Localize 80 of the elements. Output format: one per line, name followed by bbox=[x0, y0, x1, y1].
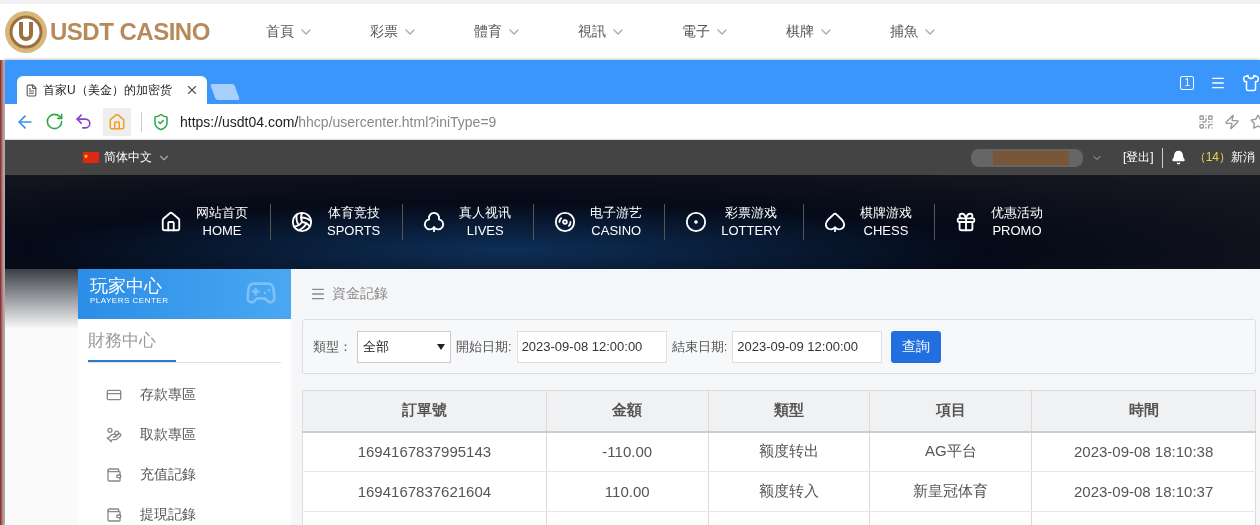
language-selector[interactable]: 简体中文 bbox=[83, 149, 171, 166]
new-tab-button[interactable] bbox=[210, 84, 240, 100]
query-button[interactable]: 查詢 bbox=[891, 330, 942, 363]
sidebar-item[interactable]: 充值記錄 bbox=[78, 455, 291, 495]
page-icon bbox=[25, 83, 38, 97]
logout-link[interactable]: [登出] bbox=[1123, 149, 1154, 166]
reload-icon[interactable] bbox=[45, 112, 64, 131]
message-count: （14） bbox=[1193, 150, 1232, 164]
type-label: 類型： bbox=[313, 337, 352, 356]
breadcrumb: 資金記錄 bbox=[332, 285, 388, 303]
flag-icon bbox=[83, 152, 99, 163]
site-menu-item[interactable]: 電子 bbox=[682, 23, 786, 41]
home-button[interactable] bbox=[103, 107, 131, 136]
column-header: 訂單號 bbox=[302, 390, 547, 432]
nav-icon bbox=[554, 211, 577, 233]
sidebar-item[interactable]: 存款專區 bbox=[78, 375, 291, 415]
nav-icon bbox=[954, 211, 977, 233]
column-header: 時間 bbox=[1031, 390, 1256, 432]
undo-icon[interactable] bbox=[74, 112, 93, 131]
browser-tab[interactable]: 首家U（美金）的加密货 bbox=[17, 76, 207, 104]
sidebar-icon bbox=[106, 507, 122, 523]
site-menu-item[interactable]: 首頁 bbox=[266, 23, 370, 41]
sidebar-icon bbox=[106, 467, 122, 483]
lightning-icon[interactable] bbox=[1224, 113, 1240, 130]
end-date-label: 結束日期: bbox=[671, 337, 728, 356]
nav-item[interactable]: 棋牌游戏 CHESS bbox=[802, 204, 934, 240]
shield-icon bbox=[152, 112, 170, 131]
nav-item[interactable]: 网站首页 HOME bbox=[140, 204, 271, 240]
shirt-icon[interactable] bbox=[1242, 74, 1260, 92]
sidebar-icon bbox=[106, 387, 122, 403]
nav-item[interactable]: 体育竞技 SPORTS bbox=[270, 204, 403, 240]
nav-item[interactable]: 电子游艺 CASINO bbox=[533, 204, 665, 240]
type-select[interactable]: 全部 bbox=[357, 330, 451, 363]
table-cell: -110.00 bbox=[546, 431, 709, 472]
section-title: 財務中心 bbox=[88, 329, 176, 362]
table-cell: 1694167837995143 bbox=[302, 431, 547, 472]
nav-icon bbox=[685, 211, 708, 233]
site-menu-item[interactable]: 棋牌 bbox=[786, 23, 890, 41]
start-date-label: 開始日期: bbox=[456, 337, 512, 356]
sidebar-title: 玩家中心 bbox=[90, 276, 162, 296]
column-header: 金額 bbox=[546, 390, 709, 432]
nav-item[interactable]: 真人视讯 LIVES bbox=[402, 204, 534, 240]
qr-code-icon[interactable] bbox=[1198, 113, 1214, 130]
close-icon[interactable] bbox=[185, 83, 199, 97]
table-cell: 额度转出 bbox=[708, 431, 870, 472]
site-menu-item[interactable]: 體育 bbox=[474, 23, 578, 41]
table-cell: 2023-09-08 18:10:38 bbox=[1031, 431, 1256, 472]
nav-icon bbox=[160, 211, 183, 233]
menu-icon bbox=[310, 286, 326, 302]
url-text[interactable]: https://usdt04.com/hhcp/usercenter.html?iniType=9 bbox=[180, 113, 497, 130]
menu-icon[interactable] bbox=[1210, 75, 1226, 91]
nav-icon bbox=[823, 211, 846, 233]
tab-title: 首家U（美金）的加密货 bbox=[43, 81, 173, 99]
messages-link[interactable]: 新消 bbox=[1231, 150, 1256, 164]
end-date-field[interactable]: 2023-09-09 12:00:00 bbox=[732, 330, 883, 363]
site-menu-item[interactable]: 捕魚 bbox=[890, 23, 994, 41]
table-cell: 1694167837621604 bbox=[302, 471, 547, 512]
column-header: 項目 bbox=[869, 390, 1032, 432]
table-cell: 新皇冠体育 bbox=[869, 471, 1032, 512]
nav-icon bbox=[423, 211, 446, 233]
site-menu-item[interactable]: 視訊 bbox=[578, 23, 682, 41]
sidebar-item[interactable]: 取款專區 bbox=[78, 415, 291, 455]
table-cell: 110.00 bbox=[546, 471, 709, 512]
sidebar-item[interactable]: 提現記錄 bbox=[78, 495, 291, 525]
column-header: 類型 bbox=[708, 390, 870, 432]
table-cell: 额度转入 bbox=[708, 471, 870, 512]
nav-item[interactable]: 优惠活动 PROMO bbox=[933, 204, 1065, 240]
caret-icon bbox=[437, 343, 445, 350]
home-icon bbox=[108, 112, 126, 131]
site-menu-item[interactable]: 彩票 bbox=[370, 23, 474, 41]
nav-icon bbox=[291, 211, 314, 233]
logo-icon bbox=[4, 10, 48, 54]
bell-icon[interactable] bbox=[1170, 150, 1186, 165]
table-cell: AG平台 bbox=[869, 431, 1032, 472]
table-cell: 2023-09-08 18:10:37 bbox=[1031, 471, 1256, 512]
logo-text: USDT CASINO bbox=[50, 18, 210, 46]
nav-item[interactable]: 彩票游戏 LOTTERY bbox=[664, 204, 803, 240]
sidebar-subtitle: PLAYERS CENTER bbox=[90, 296, 170, 305]
sidebar-icon bbox=[106, 427, 122, 443]
start-date-field[interactable]: 2023-09-08 12:00:00 bbox=[516, 330, 667, 363]
